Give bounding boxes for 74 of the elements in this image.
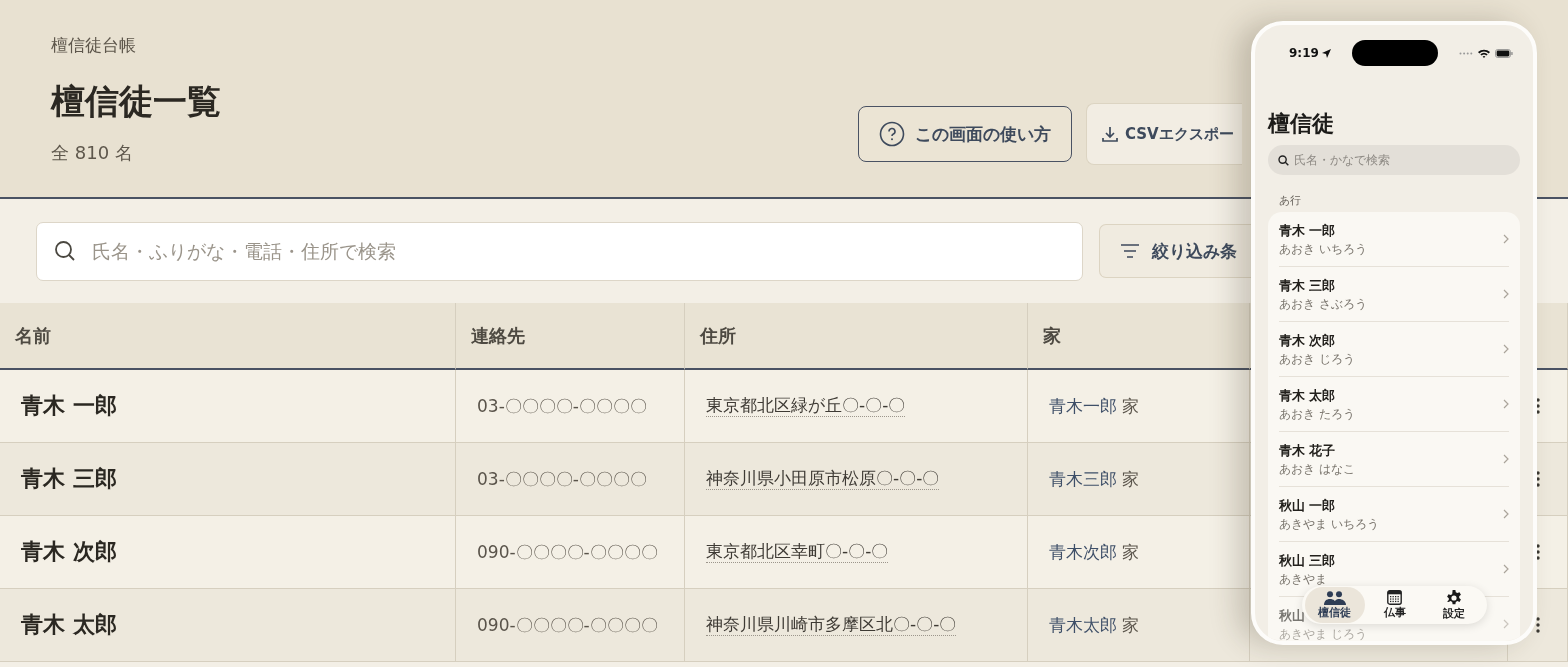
tab[interactable]: 仏事 xyxy=(1364,587,1425,623)
page-title: 檀信徒一覧 xyxy=(51,80,222,123)
chevron-icon xyxy=(1503,564,1509,574)
column-header[interactable]: 住所 xyxy=(685,303,1028,370)
member-name[interactable]: 秋山 三郎 xyxy=(1279,554,1336,569)
people-icon xyxy=(1323,590,1346,605)
family-suffix: 家 xyxy=(1122,467,1139,491)
member-name[interactable]: 青木 次郎 xyxy=(1279,334,1336,349)
member-kana: あおき たろう xyxy=(1279,407,1355,422)
search-field[interactable]: 氏名・ふりがな・電話・住所で検索 xyxy=(36,221,1083,281)
section-header: あ行 xyxy=(1279,193,1302,208)
member-name[interactable]: 青木 一郎 xyxy=(1279,224,1336,239)
member-name[interactable]: 青木 太郎 xyxy=(1279,389,1336,404)
member-kana: あおき はなこ xyxy=(1279,462,1355,477)
wifi-icon xyxy=(1478,48,1490,58)
more-icon[interactable] xyxy=(1535,398,1540,414)
tab[interactable]: 檀信徒 xyxy=(1305,587,1365,623)
address-link[interactable]: 東京都北区幸町〇-〇-〇 xyxy=(706,541,889,563)
more-icon[interactable] xyxy=(1535,544,1540,560)
member-kana: あおき いちろう xyxy=(1279,242,1367,257)
family-suffix: 家 xyxy=(1122,540,1139,564)
phone-number: 090-〇〇〇〇-〇〇〇〇 xyxy=(477,613,658,637)
phone-number: 090-〇〇〇〇-〇〇〇〇 xyxy=(477,540,658,564)
search-field[interactable]: 氏名・かなで検索 xyxy=(1268,145,1520,175)
total-count: 全 810 名 xyxy=(51,141,134,165)
more-icon[interactable] xyxy=(1535,617,1540,633)
column-header[interactable]: 連絡先 xyxy=(456,303,685,370)
family-link[interactable]: 青木次郎 xyxy=(1049,540,1117,564)
family-suffix: 家 xyxy=(1122,394,1139,418)
download-icon xyxy=(1101,125,1119,143)
chevron-icon xyxy=(1503,344,1509,354)
chevron-icon xyxy=(1503,289,1509,299)
member-kana: あおき じろう xyxy=(1279,352,1355,367)
member-name: 青木 三郎 xyxy=(21,465,117,493)
column-header[interactable]: 名前 xyxy=(0,303,456,370)
chevron-icon xyxy=(1503,399,1509,409)
member-kana: あきやま xyxy=(1279,572,1327,587)
member-name[interactable]: 青木 花子 xyxy=(1279,444,1336,459)
chevron-icon xyxy=(1503,509,1509,519)
member-name: 青木 次郎 xyxy=(21,538,117,566)
signal-icon xyxy=(1459,51,1473,55)
family-link[interactable]: 青木三郎 xyxy=(1049,467,1117,491)
help-icon xyxy=(879,121,905,147)
phone-number: 03-〇〇〇〇-〇〇〇〇 xyxy=(477,394,647,418)
member-kana: あきやま いちろう xyxy=(1279,517,1379,532)
column-header[interactable]: 家 xyxy=(1028,303,1250,370)
chevron-icon xyxy=(1503,234,1509,244)
address-link[interactable]: 東京都北区緑が丘〇-〇-〇 xyxy=(706,395,906,417)
member-name[interactable]: 秋山 一郎 xyxy=(1279,499,1336,514)
breadcrumb: 檀信徒台帳 xyxy=(51,34,137,57)
member-name: 青木 太郎 xyxy=(21,611,117,639)
family-link[interactable]: 青木一郎 xyxy=(1049,394,1117,418)
tab[interactable]: 設定 xyxy=(1424,587,1484,623)
member-name: 青木 一郎 xyxy=(21,392,117,420)
member-name[interactable]: 秋山 xyxy=(1279,609,1305,624)
screen-title: 檀信徒 xyxy=(1268,110,1335,138)
member-name[interactable]: 青木 三郎 xyxy=(1279,279,1336,294)
member-kana: あおき さぶろう xyxy=(1279,297,1367,312)
phone-number: 03-〇〇〇〇-〇〇〇〇 xyxy=(477,467,647,491)
family-suffix: 家 xyxy=(1122,613,1139,637)
chevron-icon xyxy=(1503,619,1509,629)
location-icon xyxy=(1321,48,1331,58)
more-icon[interactable] xyxy=(1535,471,1540,487)
family-link[interactable]: 青木太郎 xyxy=(1049,613,1117,637)
chevron-icon xyxy=(1503,454,1509,464)
filter-button[interactable]: 絞り込み条 xyxy=(1099,224,1252,278)
filter-icon xyxy=(1120,243,1140,259)
settings-icon xyxy=(1446,589,1463,606)
battery-icon xyxy=(1495,48,1513,58)
calendar-icon xyxy=(1387,590,1402,605)
member-kana: あきやま じろう xyxy=(1279,627,1367,641)
help-button[interactable]: この画面の使い方 xyxy=(858,106,1072,162)
export-button[interactable]: CSVエクスポー xyxy=(1086,103,1242,165)
status-time: 9:19 xyxy=(1289,46,1319,60)
